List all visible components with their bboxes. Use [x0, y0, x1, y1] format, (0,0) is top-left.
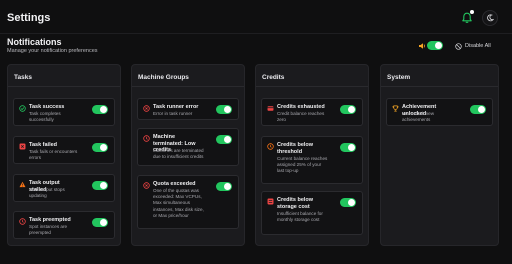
quota-exceeded-toggle[interactable]	[216, 182, 232, 191]
divider	[381, 86, 498, 87]
card-title: Credits below threshold	[277, 142, 314, 155]
divider	[132, 86, 244, 87]
card-description: Credit balance reaches zero	[277, 111, 325, 123]
clock-icon	[19, 218, 26, 225]
bell-off-icon	[455, 42, 462, 50]
column-title: System	[387, 74, 411, 81]
task-success-toggle[interactable]	[92, 105, 108, 114]
card-description: Task completes successfully	[29, 111, 61, 123]
card-description: Insufficient balance for monthly storage…	[277, 211, 323, 223]
x-circle-icon	[143, 105, 150, 112]
card-title: Task preempted	[29, 217, 71, 223]
global-notifications-toggle[interactable]	[427, 41, 443, 50]
system-column: System Achievement unlocked You unlock n…	[380, 64, 499, 246]
card-description: One of the quotas was exceeded: Max VCPU…	[153, 188, 204, 218]
notification-card-task-success: Task success Task completes successfully	[13, 98, 115, 126]
page-title: Settings	[7, 12, 51, 24]
credits-column: Credits Credits exhausted Credit balance…	[255, 64, 369, 246]
tasks-column: Tasks Task success Task completes succes…	[7, 64, 121, 246]
card-title: Credits exhausted	[277, 104, 325, 110]
card-title: Quota exceeded	[153, 181, 196, 187]
x-circle-icon	[143, 182, 150, 189]
trophy-icon	[392, 105, 399, 112]
task-runner-error-toggle[interactable]	[216, 105, 232, 114]
card-title: Task failed	[29, 142, 58, 148]
column-title: Tasks	[14, 74, 32, 81]
notification-card-quota-exceeded: Quota exceeded One of the quotas was exc…	[137, 175, 239, 229]
machine-terminated-toggle[interactable]	[216, 135, 232, 144]
x-square-icon	[19, 143, 26, 150]
notification-card-task-runner-error: Task runner error Error in task runner	[137, 98, 239, 120]
column-title: Credits	[262, 74, 285, 81]
section-title: Notifications	[7, 37, 62, 47]
machine-groups-column: Machine Groups Task runner error Error i…	[131, 64, 245, 246]
warning-triangle-icon	[19, 181, 26, 188]
card-description: Task fails or encounters errors	[29, 149, 78, 161]
card-description: Error in task runner	[153, 111, 193, 116]
card-description: Current balance reaches assigned 25% of …	[277, 156, 328, 174]
column-title: Machine Groups	[138, 74, 189, 81]
achievement-unlocked-toggle[interactable]	[470, 105, 486, 114]
disable-all-label: Disable All	[465, 43, 491, 49]
notification-badge	[470, 10, 474, 14]
card-description: You unlock new achievements	[402, 111, 435, 123]
notification-card-credits-exhausted: Credits exhausted Credit balance reaches…	[261, 98, 363, 126]
notification-card-task-preempted: Task preempted Spot instances are preemp…	[13, 211, 115, 239]
card-description: Spot instances are preempted	[29, 224, 68, 236]
credits-below-threshold-toggle[interactable]	[340, 143, 356, 152]
credit-card-icon	[267, 106, 274, 111]
clock-icon	[143, 135, 150, 142]
task-output-stalled-toggle[interactable]	[92, 181, 108, 190]
task-preempted-toggle[interactable]	[92, 218, 108, 227]
section-subtitle: Manage your notification preferences	[7, 48, 98, 54]
card-title: Task runner error	[153, 104, 199, 110]
speaker-icon	[419, 43, 425, 49]
top-bar: Settings	[0, 0, 512, 34]
card-description: Task output stops updating	[29, 187, 65, 199]
card-title: Credits below storage cost	[277, 197, 314, 210]
moon-icon	[487, 14, 494, 22]
notification-card-credits-below-storage-cost: Credits below storage cost Insufficient …	[261, 191, 363, 235]
notification-card-machine-terminated: Machine terminated: Low credits Machines…	[137, 128, 239, 166]
disable-all-button[interactable]: Disable All	[455, 42, 491, 50]
clock-icon	[267, 143, 274, 150]
credits-below-storage-cost-toggle[interactable]	[340, 198, 356, 207]
notification-card-task-output-stalled: Task output stalled Task output stops up…	[13, 174, 115, 202]
divider	[8, 86, 120, 87]
database-icon	[267, 198, 274, 205]
divider	[256, 86, 368, 87]
card-title: Task success	[29, 104, 65, 110]
check-circle-icon	[19, 105, 26, 112]
notification-card-task-failed: Task failed Task fails or encounters err…	[13, 136, 115, 164]
notification-card-achievement-unlocked: Achievement unlocked You unlock new achi…	[386, 98, 493, 126]
notification-card-credits-below-threshold: Credits below threshold Current balance …	[261, 136, 363, 184]
credits-exhausted-toggle[interactable]	[340, 105, 356, 114]
task-failed-toggle[interactable]	[92, 143, 108, 152]
theme-toggle-button[interactable]	[482, 10, 498, 26]
card-description: Machines are terminated due to insuffici…	[153, 148, 204, 160]
